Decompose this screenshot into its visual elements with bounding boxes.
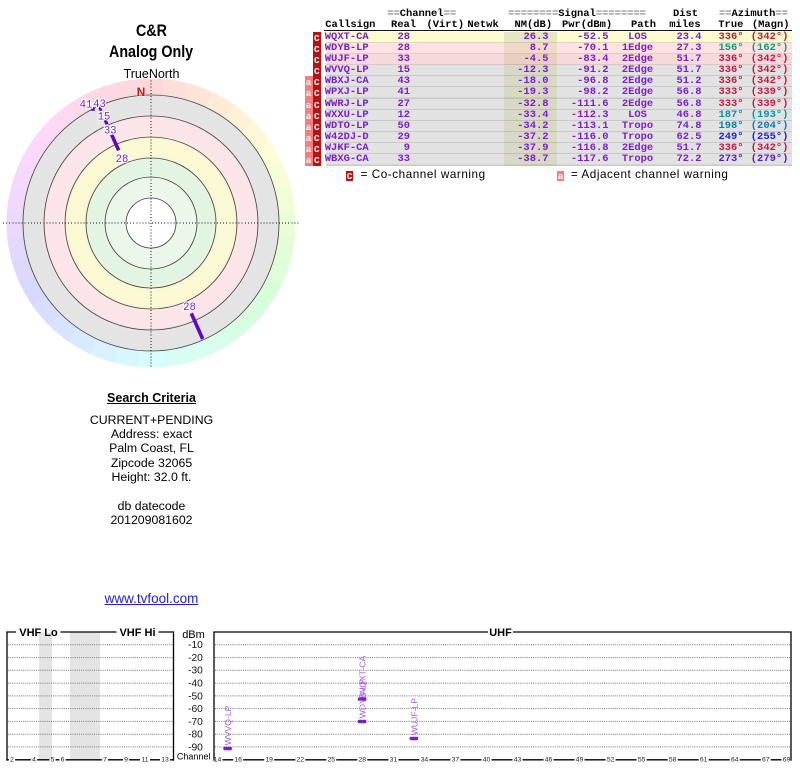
- svg-text:13: 13: [161, 757, 169, 764]
- svg-text:31: 31: [390, 757, 398, 764]
- svg-text:VHF Lo: VHF Lo: [19, 627, 58, 639]
- svg-text:-20: -20: [188, 653, 203, 664]
- svg-text:-30: -30: [188, 666, 203, 677]
- svg-text:Channel: Channel: [177, 752, 211, 762]
- svg-text:28: 28: [359, 757, 367, 764]
- svg-text:-10: -10: [188, 640, 203, 651]
- svg-text:37: 37: [452, 757, 460, 764]
- svg-text:28: 28: [116, 154, 129, 166]
- svg-text:41: 41: [80, 100, 93, 112]
- svg-text:25: 25: [328, 757, 336, 764]
- svg-text:67: 67: [762, 757, 770, 764]
- svg-text:11: 11: [141, 757, 148, 764]
- svg-text:22: 22: [297, 757, 305, 764]
- svg-text:28: 28: [183, 302, 196, 314]
- svg-text:-50: -50: [188, 691, 203, 702]
- svg-text:5: 5: [51, 757, 55, 764]
- svg-text:-40: -40: [188, 679, 203, 690]
- svg-text:-70: -70: [188, 717, 203, 728]
- svg-text:69: 69: [783, 757, 791, 764]
- svg-text:-60: -60: [188, 704, 203, 715]
- svg-text:19: 19: [265, 757, 273, 764]
- svg-text:14: 14: [214, 757, 222, 764]
- svg-text:34: 34: [421, 757, 429, 764]
- svg-text:6: 6: [61, 757, 65, 764]
- svg-text:43: 43: [93, 99, 106, 111]
- svg-text:58: 58: [669, 757, 677, 764]
- svg-text:52: 52: [607, 757, 615, 764]
- svg-text:VHF Hi: VHF Hi: [119, 627, 155, 639]
- svg-text:7: 7: [103, 757, 107, 764]
- svg-text:40: 40: [483, 757, 491, 764]
- svg-text:33: 33: [104, 125, 117, 137]
- svg-text:46: 46: [545, 757, 553, 764]
- svg-text:WVVQ-LP: WVVQ-LP: [223, 705, 233, 745]
- svg-text:4: 4: [32, 757, 36, 764]
- svg-text:WDYB-LP: WDYB-LP: [358, 679, 368, 718]
- svg-text:49: 49: [576, 757, 584, 764]
- svg-text:UHF: UHF: [489, 627, 512, 639]
- svg-text:16: 16: [234, 757, 242, 764]
- svg-text:43: 43: [514, 757, 522, 764]
- svg-text:dBm: dBm: [182, 629, 205, 641]
- svg-text:9: 9: [124, 757, 128, 764]
- svg-text:64: 64: [731, 757, 739, 764]
- svg-text:61: 61: [700, 757, 708, 764]
- svg-text:55: 55: [638, 757, 646, 764]
- svg-text:-80: -80: [188, 730, 203, 741]
- svg-text:15: 15: [98, 112, 111, 124]
- svg-text:2: 2: [10, 757, 14, 764]
- svg-text:WUJF-LP: WUJF-LP: [409, 698, 419, 736]
